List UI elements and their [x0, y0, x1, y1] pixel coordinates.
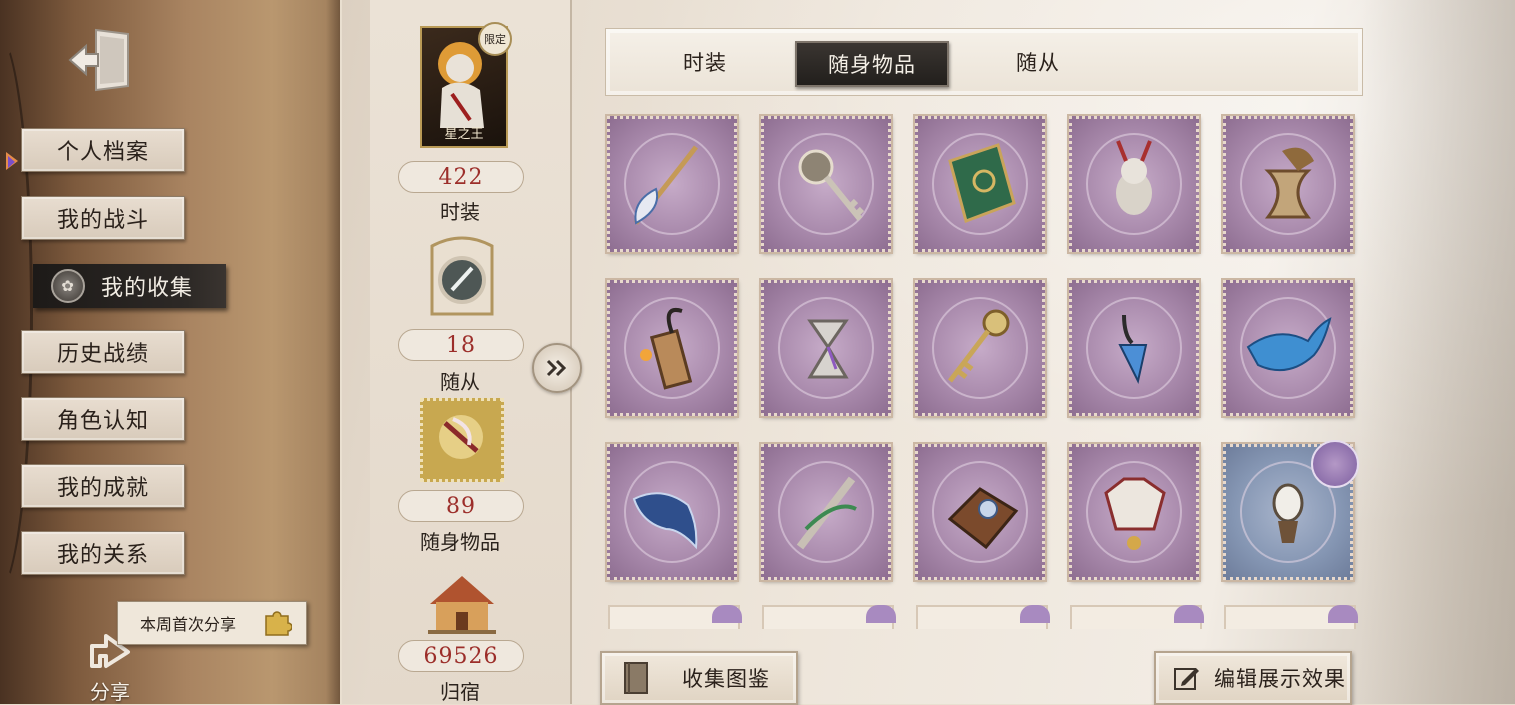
- limited-badge: 限定: [478, 22, 512, 56]
- homestead-house-icon: [428, 576, 496, 634]
- menu-item-label: 历史战绩: [56, 342, 149, 367]
- accessory-portrait[interactable]: [420, 398, 504, 482]
- homestead-portrait[interactable]: [420, 566, 504, 638]
- menu-item-label: 我的成就: [56, 476, 149, 501]
- item-card[interactable]: [1221, 114, 1355, 254]
- tab-accessories[interactable]: 随身物品: [795, 41, 949, 87]
- item-card[interactable]: [605, 278, 739, 418]
- exit-door-icon: [68, 28, 129, 92]
- menu-item-achievements[interactable]: 我的成就: [21, 464, 185, 508]
- item-card-partial[interactable]: [916, 605, 1050, 629]
- dynamite-hook-icon: [640, 308, 693, 390]
- book-icon: [624, 662, 648, 694]
- menu-item-relations[interactable]: 我的关系: [21, 531, 185, 575]
- collection-guide-button[interactable]: 收集图鉴: [600, 651, 798, 705]
- menu-item-label: 我的战斗: [56, 208, 149, 233]
- share-reward-tooltip: 本周首次分享: [117, 601, 307, 645]
- item-card[interactable]: [913, 114, 1047, 254]
- edit-display-button[interactable]: 编辑展示效果: [1154, 651, 1352, 705]
- item-card[interactable]: [913, 278, 1047, 418]
- follower-label: 随从: [440, 370, 480, 394]
- night-whale-icon: [632, 492, 698, 550]
- menu-item-battles[interactable]: 我的战斗: [21, 196, 185, 240]
- item-card[interactable]: [759, 278, 893, 418]
- rabbit-doll-icon: [1116, 140, 1152, 215]
- share-label: 分享: [90, 680, 130, 704]
- mirror-frame-icon: [430, 236, 494, 316]
- selection-arrow-inner-icon: [8, 156, 15, 168]
- edit-display-label: 编辑展示效果: [1214, 667, 1346, 691]
- tab-costumes[interactable]: 时装: [660, 41, 750, 83]
- green-book-icon: [948, 143, 1016, 223]
- golden-key-icon: [948, 309, 1010, 383]
- item-card-partial[interactable]: [608, 605, 742, 629]
- crystal-pendant-icon: [1118, 314, 1148, 384]
- tab-label: 随身物品: [828, 53, 916, 77]
- menu-item-label: 我的关系: [56, 543, 149, 568]
- fox-mask-bell-icon: [1104, 477, 1166, 550]
- menu-item-history[interactable]: 历史战绩: [21, 330, 185, 374]
- tab-label: 时装: [683, 51, 727, 75]
- puzzle-piece-icon: [265, 611, 292, 636]
- item-card[interactable]: [759, 114, 893, 254]
- hourglass-horn-icon: [1264, 147, 1314, 219]
- item-card-partial[interactable]: [1070, 605, 1204, 629]
- accessory-label: 随身物品: [420, 530, 500, 554]
- blue-whale-icon: [1246, 317, 1332, 372]
- collection-guide-label: 收集图鉴: [682, 667, 770, 691]
- exit-button[interactable]: [66, 20, 138, 92]
- costume-count: 422: [398, 161, 524, 193]
- sun-key-icon: [798, 149, 865, 221]
- emblem-icon: ✿: [51, 269, 85, 303]
- item-card[interactable]: [605, 442, 739, 582]
- item-card-partial[interactable]: [1224, 605, 1358, 629]
- item-card[interactable]: [1067, 278, 1201, 418]
- costume-label: 时装: [440, 200, 480, 224]
- item-card-partial[interactable]: [762, 605, 896, 629]
- sidebar-curve-decoration: [0, 30, 33, 596]
- costume-name: 星之王: [444, 127, 484, 142]
- costume-portrait[interactable]: 限定 星之王: [420, 22, 512, 148]
- follower-portrait[interactable]: [420, 232, 504, 320]
- right-edge-shade: [1360, 0, 1515, 704]
- accessory-count: 89: [398, 490, 524, 522]
- menu-item-collection[interactable]: ✿ 我的收集: [33, 264, 226, 308]
- silver-hourglass-icon: [807, 319, 849, 379]
- share-tip-text: 本周首次分享: [140, 615, 237, 634]
- menu-item-label: 我的收集: [101, 276, 194, 301]
- menu-item-label: 个人档案: [56, 140, 149, 165]
- tab-label: 随从: [1016, 51, 1060, 75]
- lamp-lantern-icon: [1272, 483, 1304, 543]
- follower-count: 18: [398, 329, 524, 361]
- item-card[interactable]: [1221, 278, 1355, 418]
- menu-item-label: 角色认知: [56, 409, 149, 434]
- item-card[interactable]: [759, 442, 893, 582]
- item-card[interactable]: [1067, 442, 1201, 582]
- golden-stamp-icon: [439, 415, 483, 459]
- vine-dagger-icon: [796, 476, 857, 550]
- tab-followers[interactable]: 随从: [993, 41, 1083, 83]
- item-card[interactable]: [1067, 114, 1201, 254]
- double-chevron-right-icon: [546, 359, 567, 377]
- item-card[interactable]: [1221, 440, 1359, 582]
- edit-pencil-icon: [1174, 668, 1199, 690]
- feather-quill-icon: [634, 145, 698, 225]
- menu-item-profile[interactable]: 个人档案: [21, 128, 185, 172]
- menu-item-character-cognition[interactable]: 角色认知: [21, 397, 185, 441]
- homestead-label: 归宿: [440, 680, 480, 704]
- homestead-count: 69526: [398, 640, 524, 672]
- expand-button[interactable]: [532, 343, 582, 393]
- item-card[interactable]: [605, 114, 739, 254]
- item-card[interactable]: [913, 442, 1047, 582]
- gem-saddle-icon: [947, 487, 1019, 550]
